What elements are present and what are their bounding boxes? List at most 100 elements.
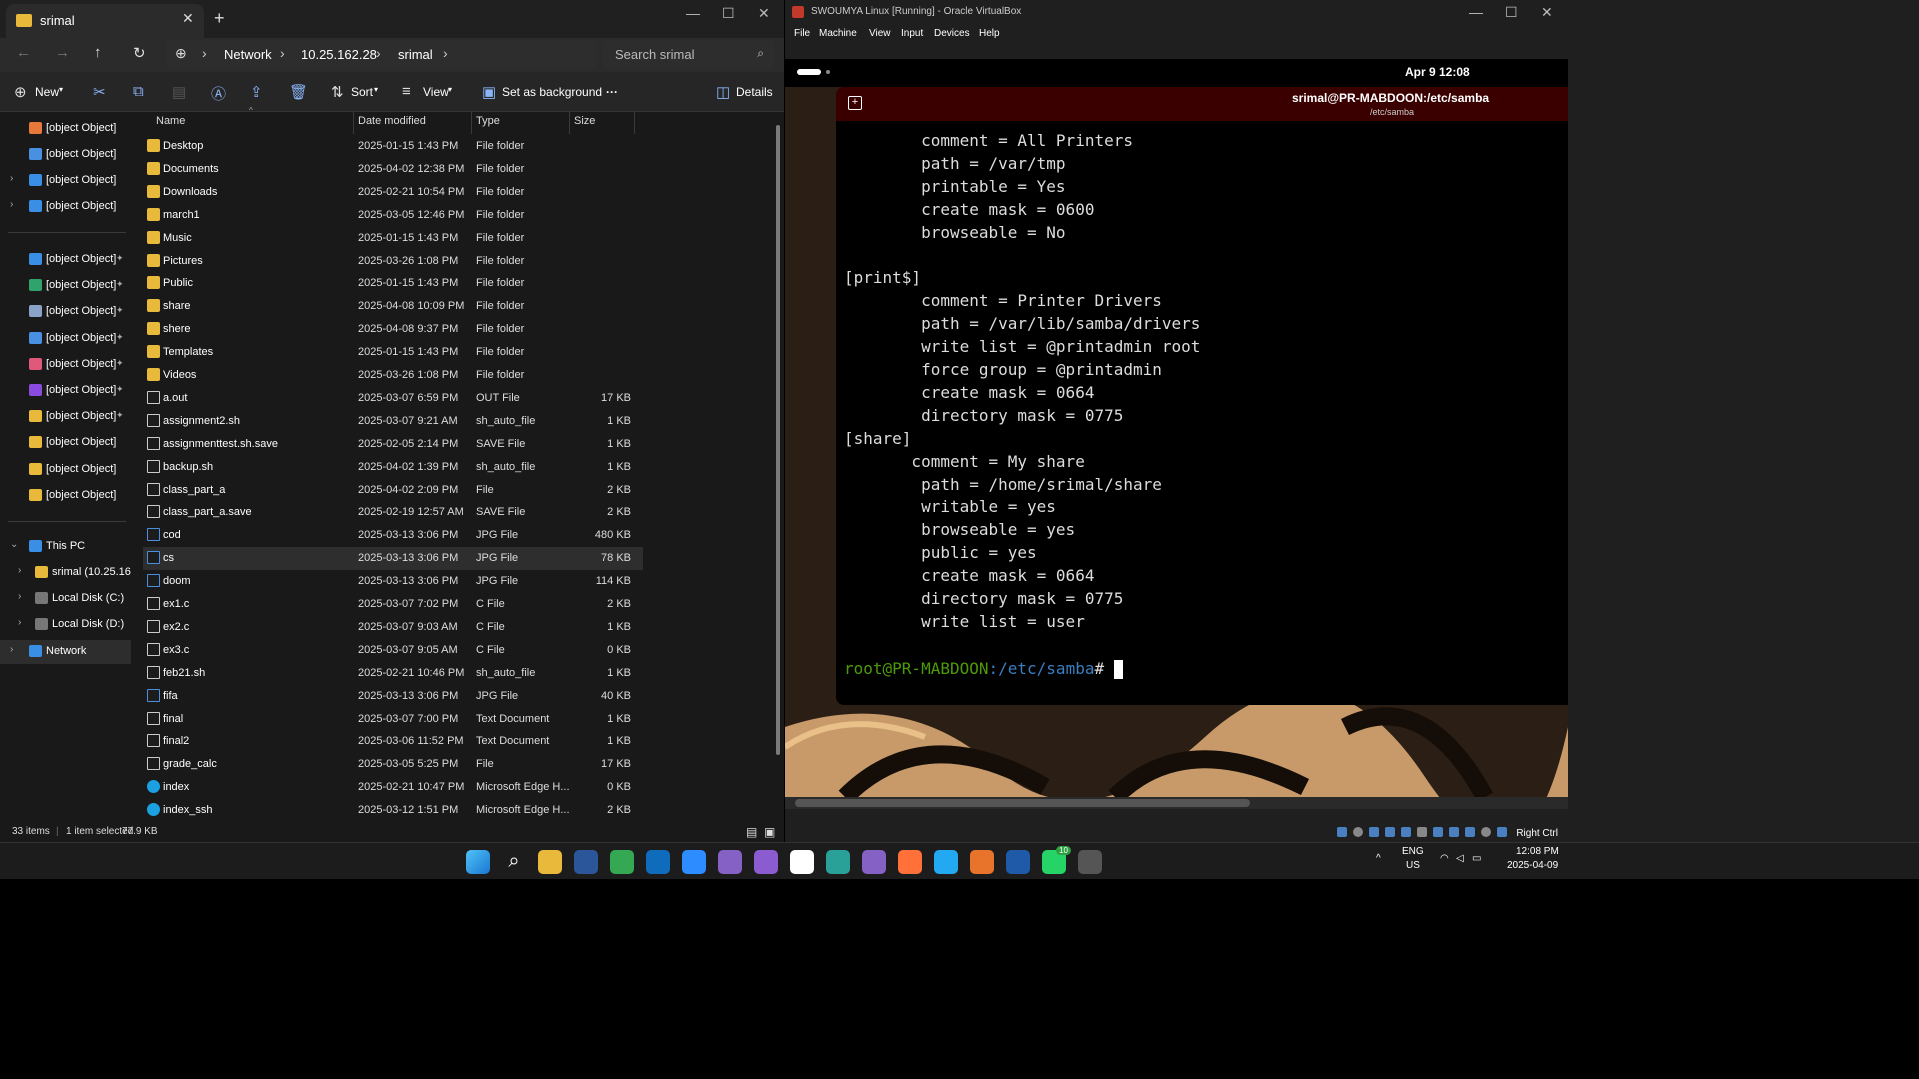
file-row[interactable]: Music 2025-01-15 1:43 PM File folder: [143, 227, 643, 250]
minimize-button[interactable]: —: [1469, 4, 1483, 20]
sidebar-item-snaps[interactable]: [object Object] ✦: [0, 405, 131, 429]
file-row[interactable]: Desktop 2025-01-15 1:43 PM File folder: [143, 135, 643, 158]
region[interactable]: US: [1406, 860, 1420, 871]
sidebar-item-videos[interactable]: [object Object] ✦: [0, 379, 131, 403]
vertical-scrollbar[interactable]: [776, 125, 780, 755]
file-row[interactable]: Public 2025-01-15 1:43 PM File folder: [143, 272, 643, 295]
file-row[interactable]: march1 2025-03-05 12:46 PM File folder: [143, 204, 643, 227]
file-row[interactable]: index 2025-02-21 10:47 PM Microsoft Edge…: [143, 776, 643, 799]
github-icon[interactable]: [754, 850, 778, 874]
file-row[interactable]: Pictures 2025-03-26 1:08 PM File folder: [143, 250, 643, 273]
file-row[interactable]: Templates 2025-01-15 1:43 PM File folder: [143, 341, 643, 364]
file-row[interactable]: share 2025-04-08 10:09 PM File folder: [143, 295, 643, 318]
file-row[interactable]: ex3.c 2025-03-07 9:05 AM C File 0 KB: [143, 639, 643, 662]
scrollbar-thumb[interactable]: [795, 799, 1250, 807]
sidebar-item-music[interactable]: [object Object] ✦: [0, 353, 131, 377]
menu-view[interactable]: View: [869, 28, 891, 39]
sidebar-item-desktop[interactable]: [object Object] ✦: [0, 248, 131, 272]
column-date[interactable]: Date modified: [358, 115, 426, 127]
back-icon[interactable]: ←: [16, 44, 31, 61]
gnome-clock[interactable]: Apr 9 12:08: [1405, 65, 1470, 79]
column-type[interactable]: Type: [476, 115, 500, 127]
breadcrumb-network[interactable]: Network: [224, 47, 272, 62]
terminal-prompt[interactable]: root@PR-MABDOON:/etc/samba#: [844, 659, 1123, 679]
column-divider[interactable]: [634, 112, 635, 134]
sidebar-item-chris-personal[interactable]: › [object Object]: [0, 195, 131, 219]
chevron-right-icon[interactable]: ›: [10, 644, 13, 655]
set-background-button[interactable]: Set as background: [502, 85, 602, 99]
cpu-icon[interactable]: [1465, 827, 1475, 837]
sidebar-item-pictures[interactable]: [object Object] ✦: [0, 327, 131, 351]
capcut-icon[interactable]: [790, 850, 814, 874]
file-row[interactable]: final 2025-03-07 7:00 PM Text Document 1…: [143, 708, 643, 731]
clock-date[interactable]: 2025-04-09: [1507, 860, 1558, 871]
visual-studio-icon[interactable]: [718, 850, 742, 874]
up-icon[interactable]: ↑: [94, 44, 102, 61]
file-row[interactable]: final2 2025-03-06 11:52 PM Text Document…: [143, 730, 643, 753]
column-divider[interactable]: [353, 112, 354, 134]
outlook-icon[interactable]: [646, 850, 670, 874]
cut-icon[interactable]: ✂: [93, 83, 106, 101]
menu-machine[interactable]: Machine: [819, 28, 857, 39]
activities-indicator[interactable]: [797, 69, 821, 75]
view-button[interactable]: View: [423, 85, 449, 99]
column-divider[interactable]: [471, 112, 472, 134]
matlab-icon[interactable]: [970, 850, 994, 874]
file-row[interactable]: class_part_a 2025-04-02 2:09 PM File 2 K…: [143, 479, 643, 502]
sort-button[interactable]: Sort: [351, 85, 373, 99]
display-icon[interactable]: [1433, 827, 1443, 837]
vs-icon[interactable]: [862, 850, 886, 874]
close-window-button[interactable]: ✕: [1541, 4, 1553, 21]
menu-devices[interactable]: Devices: [934, 28, 970, 39]
forward-icon[interactable]: →: [55, 44, 70, 61]
search-icon[interactable]: ⌕: [502, 850, 526, 874]
address-bar[interactable]: ⊕ › Network › 10.25.162.28 › srimal ›: [166, 40, 596, 68]
network-icon[interactable]: [1385, 827, 1395, 837]
clock-time[interactable]: 12:08 PM: [1516, 846, 1559, 857]
file-row[interactable]: Downloads 2025-02-21 10:54 PM File folde…: [143, 181, 643, 204]
file-row[interactable]: cod 2025-03-13 3:06 PM JPG File 480 KB: [143, 524, 643, 547]
sidebar-item-home[interactable]: [object Object]: [0, 117, 131, 141]
sidebar-item-network[interactable]: › Network: [0, 640, 131, 664]
zoom-icon[interactable]: [682, 850, 706, 874]
tab-srimal[interactable]: srimal ✕: [6, 4, 204, 38]
hdd-icon[interactable]: [1337, 827, 1347, 837]
sidebar-item-co-op[interactable]: [object Object]: [0, 431, 131, 455]
file-row[interactable]: grade_calc 2025-03-05 5:25 PM File 17 KB: [143, 753, 643, 776]
breadcrumb-host[interactable]: 10.25.162.28: [301, 47, 377, 62]
file-row[interactable]: fifa 2025-03-13 3:06 PM JPG File 40 KB: [143, 685, 643, 708]
close-window-button[interactable]: ✕: [758, 5, 770, 22]
file-row[interactable]: Documents 2025-04-02 12:38 PM File folde…: [143, 158, 643, 181]
horizontal-scrollbar[interactable]: [785, 797, 1568, 809]
optical-icon[interactable]: [1353, 827, 1363, 837]
sidebar-item-assignment-4[interactable]: [object Object]: [0, 484, 131, 508]
usb-icon[interactable]: [1401, 827, 1411, 837]
sidebar-item-downloads[interactable]: [object Object] ✦: [0, 274, 131, 298]
wifi-icon[interactable]: ◠: [1440, 853, 1449, 864]
rename-icon[interactable]: Ⓐ: [211, 83, 226, 104]
sidebar-item-final-essey[interactable]: [object Object]: [0, 458, 131, 482]
audio-icon[interactable]: [1369, 827, 1379, 837]
search-input[interactable]: Search srimal ⌕: [603, 40, 774, 68]
chevron-right-icon[interactable]: ›: [18, 617, 21, 628]
language[interactable]: ENG: [1402, 846, 1424, 857]
delete-icon[interactable]: 🗑: [289, 83, 308, 101]
vm-display[interactable]: Apr 9 12:08 + srimal@PR-MABDOON:/etc/sam…: [785, 59, 1568, 797]
chevron-right-icon[interactable]: ›: [18, 591, 21, 602]
firefox-icon[interactable]: [898, 850, 922, 874]
tiles-view-icon[interactable]: ▣: [764, 825, 775, 839]
start-icon[interactable]: [466, 850, 490, 874]
file-row[interactable]: ex2.c 2025-03-07 9:03 AM C File 1 KB: [143, 616, 643, 639]
virtualbox-icon[interactable]: [1006, 850, 1030, 874]
copy-icon[interactable]: ⧉: [133, 83, 144, 100]
column-divider[interactable]: [569, 112, 570, 134]
paste-icon[interactable]: ▤: [172, 83, 186, 101]
new-tab-icon[interactable]: +: [848, 96, 862, 110]
volume-icon[interactable]: ◁: [1456, 853, 1464, 864]
menu-input[interactable]: Input: [901, 28, 923, 39]
column-size[interactable]: Size: [574, 115, 595, 127]
file-row[interactable]: feb21.sh 2025-02-21 10:46 PM sh_auto_fil…: [143, 662, 643, 685]
sidebar-item-documents[interactable]: [object Object] ✦: [0, 300, 131, 324]
share-icon[interactable]: ⇪: [250, 83, 263, 101]
file-row[interactable]: backup.sh 2025-04-02 1:39 PM sh_auto_fil…: [143, 456, 643, 479]
